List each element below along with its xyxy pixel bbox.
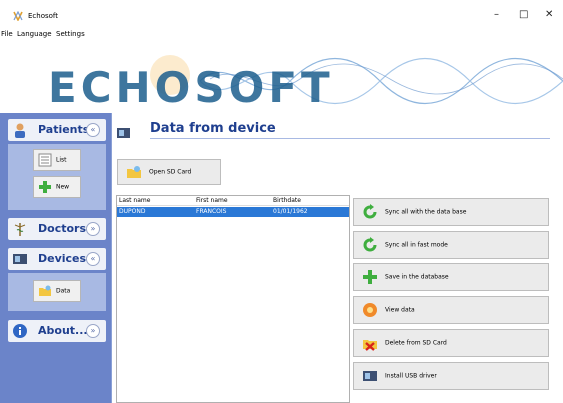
- sync-all-database-button[interactable]: Sync all with the data base: [353, 198, 549, 226]
- folder-icon: [39, 285, 51, 296]
- sync-fast-mode-label: Sync all in fast mode: [385, 241, 448, 249]
- menu-language[interactable]: Language: [17, 30, 52, 38]
- device-icon: [13, 254, 27, 264]
- new-label: New: [56, 183, 70, 191]
- add-icon: [363, 270, 377, 284]
- view-data-label: View data: [385, 306, 415, 314]
- banner: ECHOSOFT: [0, 41, 563, 113]
- patients-panel: List New: [8, 144, 106, 210]
- open-sd-card-label: Open SD Card: [149, 168, 192, 176]
- view-data-icon: [363, 303, 377, 317]
- sidebar-header-devices[interactable]: Devices «: [8, 248, 106, 270]
- delete-sd-card-label: Delete from SD Card: [385, 339, 447, 347]
- data-button[interactable]: Data: [33, 280, 81, 302]
- expand-chevron-icon[interactable]: »: [86, 324, 100, 338]
- save-database-label: Save in the database: [385, 273, 449, 281]
- sidebar-header-doctors[interactable]: Doctors »: [8, 218, 106, 240]
- banner-logo: ECHOSOFT: [48, 63, 334, 112]
- info-icon: [13, 324, 27, 338]
- device-data-table[interactable]: Last name First name Birthdate DUPOND FR…: [116, 195, 350, 403]
- table-row[interactable]: DUPOND FRANCOIS 01/01/1962: [117, 207, 349, 217]
- sidebar: Patients « List New Doctors » Devices « …: [0, 113, 112, 403]
- data-label: Data: [56, 287, 71, 295]
- new-button[interactable]: New: [33, 176, 81, 198]
- folder-icon: [127, 166, 141, 178]
- sidebar-label-devices: Devices: [38, 252, 87, 265]
- maximize-button[interactable]: □: [519, 10, 528, 20]
- list-label: List: [56, 156, 67, 164]
- column-header-birthdate[interactable]: Birthdate: [273, 197, 301, 204]
- collapse-chevron-icon[interactable]: «: [86, 252, 100, 266]
- minimize-button[interactable]: –: [494, 10, 499, 20]
- sync-icon: [363, 204, 377, 219]
- sync-fast-mode-button[interactable]: Sync all in fast mode: [353, 231, 549, 259]
- sync-icon: [363, 237, 377, 252]
- save-database-button[interactable]: Save in the database: [353, 263, 549, 291]
- expand-chevron-icon[interactable]: »: [86, 222, 100, 236]
- install-usb-driver-button[interactable]: Install USB driver: [353, 362, 549, 390]
- window-title: Echosoft: [28, 12, 59, 20]
- list-icon: [38, 153, 52, 167]
- open-sd-card-button[interactable]: Open SD Card: [117, 159, 221, 185]
- delete-sd-card-button[interactable]: Delete from SD Card: [353, 329, 549, 357]
- menu-file[interactable]: File: [1, 30, 13, 38]
- echosoft-logo-icon: [13, 11, 23, 21]
- menu-settings[interactable]: Settings: [56, 30, 85, 38]
- install-usb-driver-label: Install USB driver: [385, 372, 437, 380]
- title-bar: Echosoft – □ ✕: [0, 0, 563, 30]
- device-icon: [117, 128, 130, 138]
- cell-last-name: DUPOND: [119, 208, 146, 215]
- sidebar-label-patients: Patients: [38, 123, 90, 136]
- add-icon: [39, 181, 51, 193]
- sidebar-header-about[interactable]: About... »: [8, 320, 106, 342]
- view-data-button[interactable]: View data: [353, 296, 549, 324]
- caduceus-icon: [14, 223, 26, 236]
- devices-panel: Data: [8, 273, 106, 311]
- cell-first-name: FRANCOIS: [196, 208, 227, 215]
- sidebar-label-doctors: Doctors: [38, 222, 86, 235]
- title-divider: [150, 138, 550, 139]
- sidebar-header-patients[interactable]: Patients «: [8, 119, 106, 141]
- close-button[interactable]: ✕: [545, 10, 553, 20]
- menu-bar: File Language Settings: [0, 30, 563, 41]
- delete-icon: [363, 340, 377, 351]
- sync-all-database-label: Sync all with the data base: [385, 208, 467, 216]
- collapse-chevron-icon[interactable]: «: [86, 123, 100, 137]
- table-header: Last name First name Birthdate: [117, 196, 349, 206]
- patient-icon: [15, 123, 25, 138]
- usb-driver-icon: [363, 371, 377, 381]
- page-title: Data from device: [150, 121, 276, 136]
- column-header-first-name[interactable]: First name: [196, 197, 228, 204]
- column-header-last-name[interactable]: Last name: [119, 197, 150, 204]
- cell-birthdate: 01/01/1962: [273, 208, 308, 215]
- list-button[interactable]: List: [33, 149, 81, 171]
- sidebar-label-about: About...: [38, 324, 88, 337]
